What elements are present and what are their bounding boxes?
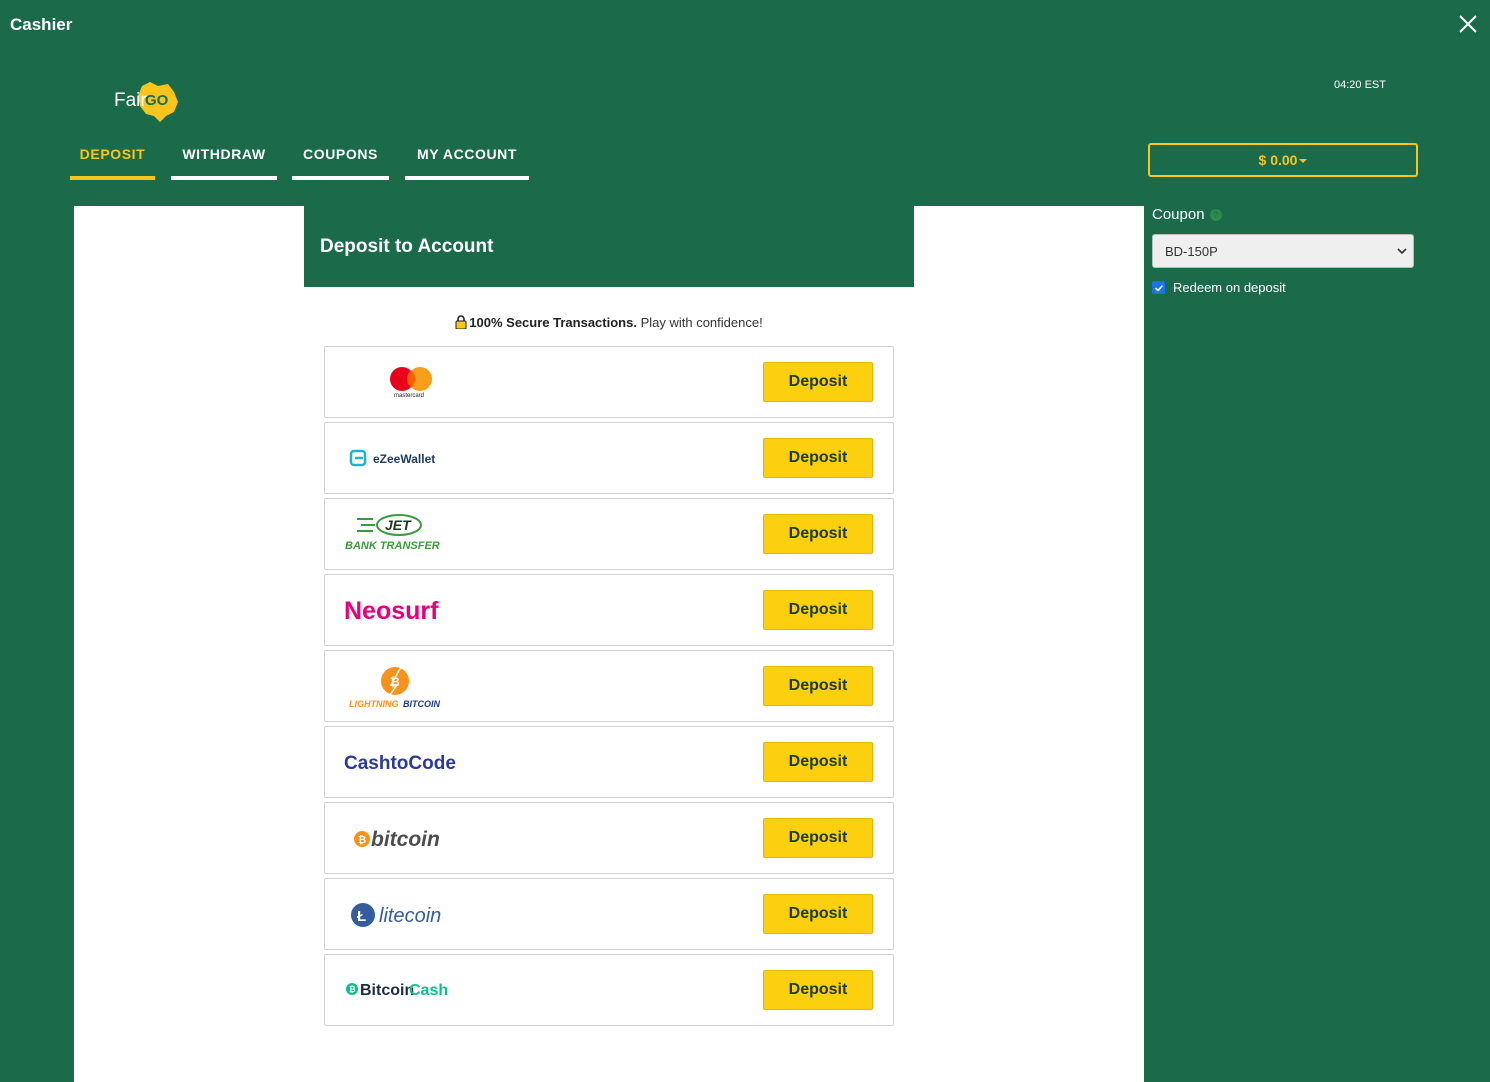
fairgo-logo: Fair GO: [112, 80, 182, 124]
coupon-select[interactable]: BD-150P: [1152, 234, 1414, 268]
ezeewallet-logo: eZeeWallet: [343, 433, 483, 483]
deposit-button-bitcoincash[interactable]: Deposit: [763, 970, 873, 1010]
redeem-checkbox[interactable]: [1152, 281, 1165, 294]
tab-deposit[interactable]: DEPOSIT: [70, 146, 155, 180]
ezeewallet-logo-text: eZeeWallet: [373, 452, 435, 466]
balance-amount: $ 0.00: [1258, 152, 1298, 168]
deposit-header: Deposit to Account: [304, 206, 914, 287]
mastercard-logo-text: mastercard: [394, 393, 424, 399]
window-title: Cashier: [10, 15, 73, 34]
bitcoin-logo-text: bitcoin: [371, 828, 440, 851]
payment-method-litecoin: Ł litecoin Deposit: [324, 878, 894, 950]
lightning-bitcoin-logo: ₿ LIGHTNING BITCOIN: [343, 661, 483, 711]
jet-logo-subtext: BANK TRANSFER: [345, 540, 440, 552]
deposit-button-jet-bank-transfer[interactable]: Deposit: [763, 514, 873, 554]
balance-dropdown-button[interactable]: $ 0.00: [1148, 143, 1418, 177]
neosurf-logo: Neosurf: [343, 585, 483, 635]
payment-method-bitcoincash: ₿ Bitcoin Cash Deposit: [324, 954, 894, 1026]
coupon-label: Coupon ?: [1152, 206, 1222, 223]
bitcoin-logo: ₿ bitcoin: [343, 813, 483, 863]
chevron-down-icon: [1397, 248, 1407, 255]
litecoin-logo: Ł litecoin: [343, 889, 483, 939]
close-icon[interactable]: [1456, 12, 1480, 36]
tab-withdraw[interactable]: WITHDRAW: [171, 146, 277, 180]
secure-bold-text: 100% Secure Transactions.: [469, 315, 637, 330]
info-icon[interactable]: ?: [1209, 208, 1222, 221]
bitcoincash-logo-text: Bitcoin: [360, 982, 414, 999]
svg-text:₿: ₿: [390, 675, 400, 689]
deposit-button-neosurf[interactable]: Deposit: [763, 590, 873, 630]
cashtocode-logo-text: CashtoCode: [344, 753, 456, 774]
deposit-button-litecoin[interactable]: Deposit: [763, 894, 873, 934]
caret-down-icon: [1299, 159, 1308, 163]
deposit-title: Deposit to Account: [320, 236, 494, 257]
coupon-label-text: Coupon: [1152, 206, 1205, 223]
clock-time: 04:20 EST: [1334, 79, 1386, 91]
secure-normal-text: Play with confidence!: [636, 315, 763, 330]
svg-text:Ł: Ł: [357, 908, 366, 925]
lightning-logo-text: LIGHTNING: [349, 699, 399, 709]
payment-method-bitcoin: ₿ bitcoin Deposit: [324, 802, 894, 874]
lightning-logo-subtext: BITCOIN: [403, 699, 440, 709]
redeem-label: Redeem on deposit: [1173, 280, 1286, 295]
deposit-button-lightning-bitcoin[interactable]: Deposit: [763, 666, 873, 706]
deposit-button-mastercard[interactable]: Deposit: [763, 362, 873, 402]
neosurf-logo-text: Neosurf: [344, 597, 439, 625]
payment-method-ezeewallet: eZeeWallet Deposit: [324, 422, 894, 494]
coupon-selected-value: BD-150P: [1165, 243, 1218, 259]
checkmark-icon: [1154, 284, 1163, 292]
payment-method-lightning-bitcoin: ₿ LIGHTNING BITCOIN Deposit: [324, 650, 894, 722]
jet-logo-text: JET: [385, 517, 412, 533]
logo-go-text: GO: [145, 92, 169, 109]
deposit-button-bitcoin[interactable]: Deposit: [763, 818, 873, 858]
jet-bank-transfer-logo: JET BANK TRANSFER: [343, 509, 483, 559]
cashtocode-logo: CashtoCode: [343, 737, 483, 787]
logo-fair-text: Fair: [114, 90, 147, 111]
payment-method-jet-bank-transfer: JET BANK TRANSFER Deposit: [324, 498, 894, 570]
svg-text:₿: ₿: [349, 985, 356, 994]
redeem-on-deposit-option: Redeem on deposit: [1152, 280, 1286, 295]
tab-my-account[interactable]: MY ACCOUNT: [405, 146, 529, 180]
bitcoincash-logo: ₿ Bitcoin Cash: [343, 965, 483, 1015]
payment-method-cashtocode: CashtoCode Deposit: [324, 726, 894, 798]
tab-coupons[interactable]: COUPONS: [292, 146, 389, 180]
deposit-button-ezeewallet[interactable]: Deposit: [763, 438, 873, 478]
lock-icon: [455, 315, 467, 330]
secure-transactions-note: 100% Secure Transactions. Play with conf…: [324, 315, 894, 330]
payment-method-mastercard: mastercard Deposit: [324, 346, 894, 418]
litecoin-logo-text: litecoin: [379, 905, 441, 927]
mastercard-logo: mastercard: [343, 357, 483, 407]
bitcoincash-logo-subtext: Cash: [409, 982, 448, 999]
deposit-button-cashtocode[interactable]: Deposit: [763, 742, 873, 782]
payment-method-neosurf: Neosurf Deposit: [324, 574, 894, 646]
svg-text:₿: ₿: [358, 834, 366, 846]
